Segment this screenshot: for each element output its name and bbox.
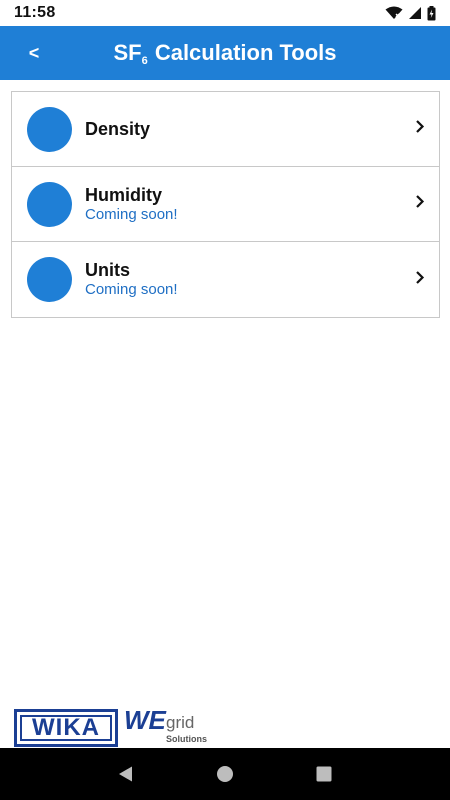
wegrid-logo-grid: grid bbox=[166, 713, 195, 732]
system-nav-bar bbox=[0, 748, 450, 800]
wegrid-logo-solutions: Solutions bbox=[166, 734, 207, 744]
wika-logo-text: WIKA bbox=[32, 714, 100, 741]
title-suffix: Calculation Tools bbox=[148, 39, 337, 65]
recents-nav-icon[interactable] bbox=[304, 754, 344, 794]
tool-text: Humidity Coming soon! bbox=[85, 185, 178, 224]
back-button[interactable]: < bbox=[22, 26, 46, 80]
status-time: 11:58 bbox=[14, 4, 56, 21]
title-prefix: SF bbox=[113, 39, 142, 65]
status-bar: 11:58 bbox=[0, 0, 450, 26]
tool-icon bbox=[27, 106, 72, 152]
tool-label: Density bbox=[85, 118, 151, 139]
wika-logo: WIKA bbox=[14, 709, 118, 747]
app-bar: < SF6 Calculation Tools bbox=[0, 26, 450, 80]
tool-subtitle: Coming soon! bbox=[85, 281, 178, 298]
tool-icon bbox=[27, 257, 72, 302]
battery-icon bbox=[427, 5, 436, 21]
tool-list: Density Humidity Coming soon! Units Comi… bbox=[11, 91, 440, 318]
tool-label: Units bbox=[85, 260, 130, 280]
status-icons bbox=[385, 5, 436, 21]
chevron-right-icon bbox=[415, 270, 425, 289]
wegrid-logo-we: WE bbox=[124, 705, 166, 735]
wifi-icon bbox=[385, 6, 403, 20]
back-nav-icon[interactable] bbox=[106, 754, 146, 794]
page-title: SF6 Calculation Tools bbox=[113, 40, 336, 67]
wegrid-logo: WE grid Solutions bbox=[124, 705, 214, 747]
signal-icon bbox=[408, 6, 422, 20]
tool-subtitle: Coming soon! bbox=[85, 205, 178, 223]
tool-item-units[interactable]: Units Coming soon! bbox=[12, 242, 439, 317]
tool-item-humidity[interactable]: Humidity Coming soon! bbox=[12, 167, 439, 242]
tool-text: Units Coming soon! bbox=[85, 260, 178, 299]
tool-text: Density bbox=[85, 119, 150, 140]
chevron-right-icon bbox=[415, 195, 425, 214]
tool-icon bbox=[27, 181, 72, 227]
home-nav-icon[interactable] bbox=[205, 754, 245, 794]
tool-label: Humidity bbox=[85, 184, 163, 205]
tool-item-density[interactable]: Density bbox=[12, 92, 439, 167]
chevron-right-icon bbox=[415, 120, 425, 139]
title-subscript: 6 bbox=[141, 54, 148, 67]
footer-logos: WIKA WE grid Solutions bbox=[14, 705, 214, 747]
